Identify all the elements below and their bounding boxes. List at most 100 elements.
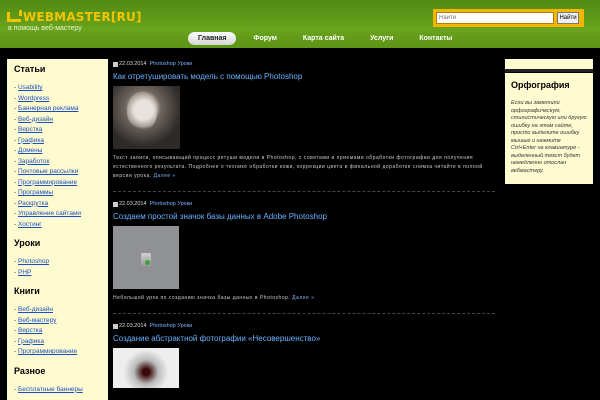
spelling-widget: Орфография Если вы заметили орфографичес… xyxy=(505,73,593,184)
post: 22.03.2014 Photoshop Уроки Создание абст… xyxy=(113,321,495,388)
sidebar-link[interactable]: Хостинг xyxy=(18,221,42,228)
nav-forum[interactable]: Форум xyxy=(244,33,285,44)
list-item: - Баннерная реклама xyxy=(14,105,79,112)
site-tagline: в помощь веб-мастеру xyxy=(8,25,82,32)
post-meta: 22.03.2014 Photoshop Уроки xyxy=(113,199,495,209)
sidebar-link[interactable]: Заработок xyxy=(18,158,49,165)
sidebar-link[interactable]: Верстка xyxy=(18,126,42,133)
list-item: - Заработок xyxy=(14,157,50,165)
logo-text: WEBMASTER[RU] xyxy=(23,10,142,24)
divider xyxy=(113,313,495,314)
list-item: - Управление сайтами xyxy=(14,210,82,217)
main-nav: Главная Форум Карта сайта Услуги Контакт… xyxy=(188,32,469,45)
sidebar-link[interactable]: Раскрутка xyxy=(18,200,48,207)
post-category[interactable]: Photoshop Уроки xyxy=(150,61,193,67)
post-excerpt-text: Небольшой урок по созданию значка базы д… xyxy=(113,295,291,301)
nav-home[interactable]: Главная xyxy=(188,32,237,45)
sidebar-title-books: Книги xyxy=(14,286,40,296)
database-icon xyxy=(141,253,151,266)
list-item: - Домены xyxy=(14,147,43,154)
sidebar-title-misc: Разное xyxy=(14,365,46,376)
read-more-link[interactable]: Далее » xyxy=(154,173,176,179)
list-item: - Почтовые рассылки xyxy=(14,168,79,175)
post-date: 22.03.2014 xyxy=(119,323,147,329)
calendar-icon xyxy=(113,61,118,67)
sidebar-list-lessons: - Photoshop - PHP xyxy=(14,257,101,278)
list-item: - Веб-мастеру xyxy=(14,316,57,324)
sidebar-link[interactable]: Usability xyxy=(18,84,43,91)
post-meta: 22.03.2014 Photoshop Уроки xyxy=(113,59,495,69)
sidebar-link[interactable]: Веб-дизайн xyxy=(18,306,53,313)
sidebar-link[interactable]: Веб-мастеру xyxy=(18,317,56,324)
widget-text: Если вы заметили орфографическую, стилис… xyxy=(511,100,587,174)
nav-sitemap[interactable]: Карта сайта xyxy=(294,33,353,44)
post-thumbnail[interactable] xyxy=(113,348,179,388)
search-box: Найти xyxy=(433,9,584,27)
list-item: - Графика xyxy=(14,337,44,345)
search-input[interactable] xyxy=(436,12,554,24)
list-item: - Хостинг xyxy=(14,220,42,228)
list-item: - Раскрутка xyxy=(14,199,49,207)
post-excerpt: Текст записи, описывающий процесс ретуши… xyxy=(113,154,495,181)
list-item: - Верстка xyxy=(14,327,43,334)
divider xyxy=(505,69,593,72)
sidebar-list-books: - Веб-дизайн - Веб-мастеру - Верстка - Г… xyxy=(14,305,101,358)
sidebar-link[interactable]: PHP xyxy=(18,269,31,276)
sidebar-title-lessons: Уроки xyxy=(14,238,41,248)
widget-title: Орфография xyxy=(511,80,570,90)
sidebar-link[interactable]: Баннерная реклама xyxy=(18,105,78,112)
site-logo[interactable]: WEBMASTER[RU] xyxy=(7,10,142,24)
list-item: - Wordpress xyxy=(14,94,50,102)
nav-services[interactable]: Услуги xyxy=(361,33,402,44)
main-content: 22.03.2014 Photoshop Уроки Как отретушир… xyxy=(113,59,495,400)
list-item: - Программирование xyxy=(14,178,78,186)
list-item: - Программирование xyxy=(14,348,78,355)
post-thumbnail[interactable] xyxy=(113,226,179,289)
sidebar-list-articles: - Usability - Wordpress - Баннерная рекл… xyxy=(14,83,101,230)
sidebar-title-articles: Статьи xyxy=(14,64,46,74)
list-item: - Программы xyxy=(14,189,54,196)
post-title[interactable]: Как отретушировать модель с помощью Phot… xyxy=(113,72,495,81)
sidebar-list-misc: - Бесплатные баннеры xyxy=(14,385,101,396)
sidebar-link[interactable]: Photoshop xyxy=(18,258,49,265)
sidebar-link[interactable]: Программы xyxy=(18,189,53,196)
divider xyxy=(113,191,495,192)
sidebar-link[interactable]: Верстка xyxy=(18,327,42,334)
post-title[interactable]: Создаем простой значок базы данных в Ado… xyxy=(113,212,495,221)
sidebar-link[interactable]: Почтовые рассылки xyxy=(18,168,78,175)
post: 22.03.2014 Photoshop Уроки Как отретушир… xyxy=(113,59,495,181)
list-item: - Верстка xyxy=(14,126,43,133)
sidebar-link[interactable]: Управление сайтами xyxy=(18,210,81,217)
post-excerpt: Небольшой урок по созданию значка базы д… xyxy=(113,294,495,303)
sidebar-link[interactable]: Wordpress xyxy=(18,95,49,102)
left-sidebar: Статьи - Usability - Wordpress - Баннерн… xyxy=(7,59,108,400)
nav-contacts[interactable]: Контакты xyxy=(410,33,461,44)
site-header: WEBMASTER[RU] в помощь веб-мастеру Найти… xyxy=(0,0,600,48)
calendar-icon xyxy=(113,323,118,329)
list-item: - Веб-дизайн xyxy=(14,306,53,313)
list-item: - Веб-дизайн xyxy=(14,115,53,123)
calendar-icon xyxy=(113,201,118,207)
logo-mark-icon xyxy=(7,10,22,22)
list-item: - Photoshop xyxy=(14,258,50,265)
search-button[interactable]: Найти xyxy=(557,12,579,24)
post-category[interactable]: Photoshop Уроки xyxy=(150,201,193,207)
post: 22.03.2014 Photoshop Уроки Создаем прост… xyxy=(113,199,495,303)
list-item: - Графика xyxy=(14,136,44,144)
post-date: 22.03.2014 xyxy=(119,61,147,67)
sidebar-link[interactable]: Графика xyxy=(18,338,44,345)
list-item: - PHP xyxy=(14,268,32,276)
list-item: - Бесплатные баннеры xyxy=(14,385,83,393)
sidebar-link[interactable]: Программирование xyxy=(18,179,77,186)
sidebar-link[interactable]: Графика xyxy=(18,137,44,144)
post-thumbnail[interactable] xyxy=(113,86,180,149)
list-item: - Usability xyxy=(14,84,43,91)
post-title[interactable]: Создание абстрактной фотографии «Несовер… xyxy=(113,334,495,343)
sidebar-link[interactable]: Программирование xyxy=(18,348,77,355)
read-more-link[interactable]: Далее » xyxy=(292,295,314,301)
sidebar-link[interactable]: Веб-дизайн xyxy=(18,116,53,123)
post-date: 22.03.2014 xyxy=(119,201,147,207)
sidebar-link[interactable]: Бесплатные баннеры xyxy=(18,386,83,393)
post-category[interactable]: Photoshop Уроки xyxy=(150,323,193,329)
sidebar-link[interactable]: Домены xyxy=(18,147,42,154)
